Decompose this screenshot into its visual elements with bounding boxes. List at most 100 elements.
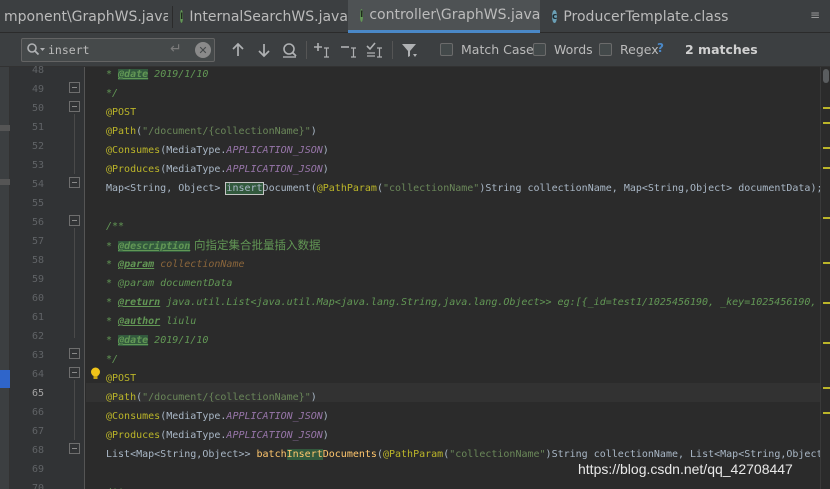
error-stripe-mark[interactable] <box>823 262 830 264</box>
code-line-70: /** <box>106 483 124 489</box>
line-number: 50 <box>31 103 44 114</box>
error-stripe-mark[interactable] <box>823 147 830 149</box>
string-literal: "collectionName" <box>383 183 480 194</box>
regex-checkbox[interactable]: Regex <box>599 42 659 57</box>
java-class-icon: I <box>360 8 364 22</box>
code-line-65: @Path("/document/{collectionName}") <box>106 392 317 403</box>
error-stripe-mark[interactable] <box>823 107 830 109</box>
tab-label: controller\GraphWS.java <box>369 7 540 23</box>
remove-selection-icon[interactable] <box>340 41 358 59</box>
constant: APPLICATION_JSON <box>226 145 323 156</box>
checkbox-box[interactable] <box>440 43 453 56</box>
string-literal: "collectionName" <box>449 449 546 460</box>
line-number: 63 <box>31 350 44 361</box>
scrollbar-thumb[interactable] <box>823 69 829 83</box>
constant: APPLICATION_JSON <box>226 164 323 175</box>
find-all-icon[interactable] <box>281 41 299 59</box>
enter-icon: ↵ <box>170 41 182 57</box>
code-line-57: * @description 向指定集合批量插入数据 <box>106 238 321 252</box>
line-number: 48 <box>31 65 44 76</box>
code-line-62: * @date 2019/1/10 <box>106 335 209 346</box>
line-number: 52 <box>31 141 44 152</box>
fold-toggle-icon[interactable] <box>69 367 80 378</box>
watermark-text: https://blog.csdn.net/qq_42708447 <box>578 461 793 477</box>
code-line-49: */ <box>106 88 119 99</box>
editor-scrollbar[interactable] <box>820 67 830 489</box>
filter-icon[interactable] <box>400 41 418 59</box>
toolbar-divider <box>392 41 393 59</box>
select-all-occurrences-icon[interactable] <box>366 41 384 59</box>
fold-toggle-icon[interactable] <box>69 82 80 93</box>
previous-occurrence-icon[interactable] <box>229 41 247 59</box>
regex-label: Regex <box>620 42 659 57</box>
line-number: 56 <box>31 217 44 228</box>
next-occurrence-icon[interactable] <box>255 41 273 59</box>
fold-toggle-icon[interactable] <box>69 443 80 454</box>
fold-guide <box>74 114 75 174</box>
strip-marker <box>0 125 10 131</box>
search-input[interactable] <box>48 41 168 59</box>
doc-tag: @description <box>118 241 191 252</box>
code-line-58: * @param collectionName <box>106 259 245 270</box>
doc-text: 向指定集合批量插入数据 <box>190 238 321 252</box>
tab-internalsearchws[interactable]: I InternalSearchWS.java ✕ <box>180 0 348 33</box>
words-checkbox[interactable]: Words <box>533 42 593 57</box>
fold-toggle-icon[interactable] <box>69 177 80 188</box>
error-stripe-mark[interactable] <box>823 217 830 219</box>
editor-tab-bar: mponent\GraphWS.java ✕ I InternalSearchW… <box>0 0 830 33</box>
tab-component-graphws[interactable]: mponent\GraphWS.java ✕ <box>0 0 168 33</box>
line-number: 58 <box>31 255 44 266</box>
fold-toggle-icon[interactable] <box>69 348 80 359</box>
tool-window-strip <box>0 67 10 489</box>
tab-controller-graphws[interactable]: I controller\GraphWS.java ✕ <box>348 0 540 33</box>
annotation: @Path <box>106 392 137 403</box>
search-box: ↵ ✕ <box>21 38 215 62</box>
error-stripe-mark[interactable] <box>823 387 830 389</box>
match-count: 2 matches <box>685 42 758 57</box>
tab-producertemplate[interactable]: c ProducerTemplate.class ✕ <box>546 0 730 33</box>
error-stripe-mark[interactable] <box>823 122 830 124</box>
line-number-gutter: 48 49 50 51 52 53 54 55 56 57 58 59 60 6… <box>10 65 85 489</box>
java-class-icon: I <box>180 10 184 23</box>
regex-help-link[interactable]: ? <box>657 41 664 55</box>
strip-active-marker[interactable] <box>0 370 10 388</box>
tab-divider <box>172 6 173 28</box>
code-line-61: * @author liulu <box>106 316 197 327</box>
code-line-50: @POST <box>106 107 137 118</box>
line-number: 67 <box>31 426 44 437</box>
tab-list-icon[interactable]: ≡ <box>810 8 820 22</box>
code-editor[interactable]: * @date 2019/1/10 */ @POST @Path("/docum… <box>86 67 820 489</box>
match-case-checkbox[interactable]: Match Case <box>440 42 534 57</box>
fold-toggle-icon[interactable] <box>69 215 80 226</box>
constant: APPLICATION_JSON <box>226 430 323 441</box>
code-line-66: @Consumes(MediaType.APPLICATION_JSON) <box>106 411 329 422</box>
doc-tag: @param <box>118 259 155 270</box>
match-case-label: Match Case <box>461 42 534 57</box>
annotation: @PathParam <box>316 183 377 194</box>
clear-search-icon[interactable]: ✕ <box>195 42 211 58</box>
line-number-current: 65 <box>31 388 44 399</box>
line-number: 57 <box>31 236 44 247</box>
doc-text: 2019/1/10 <box>148 69 209 80</box>
error-stripe-mark[interactable] <box>823 342 830 344</box>
error-stripe-mark[interactable] <box>823 412 830 414</box>
error-stripe-mark[interactable] <box>823 167 830 169</box>
search-match-current: insert <box>225 182 264 195</box>
line-number: 55 <box>31 198 44 209</box>
error-stripe-mark[interactable] <box>823 302 830 304</box>
fold-guide <box>74 228 75 338</box>
annotation: @Consumes <box>106 145 161 156</box>
doc-tag: @author <box>118 316 161 327</box>
tab-label: ProducerTemplate.class <box>563 8 729 25</box>
doc-text: liulu <box>160 316 197 327</box>
code-line-67: @Produces(MediaType.APPLICATION_JSON) <box>106 430 329 441</box>
search-history-icon[interactable] <box>26 42 46 58</box>
code-line-63: */ <box>106 354 119 365</box>
code-line-54: Map<String, Object> insertDocument(@Path… <box>106 182 820 195</box>
line-number: 60 <box>31 293 44 304</box>
code-line-51: @Path("/document/{collectionName}") <box>106 126 317 137</box>
checkbox-box[interactable] <box>599 43 612 56</box>
checkbox-box[interactable] <box>533 43 546 56</box>
fold-toggle-icon[interactable] <box>69 101 80 112</box>
add-selection-icon[interactable] <box>313 41 331 59</box>
